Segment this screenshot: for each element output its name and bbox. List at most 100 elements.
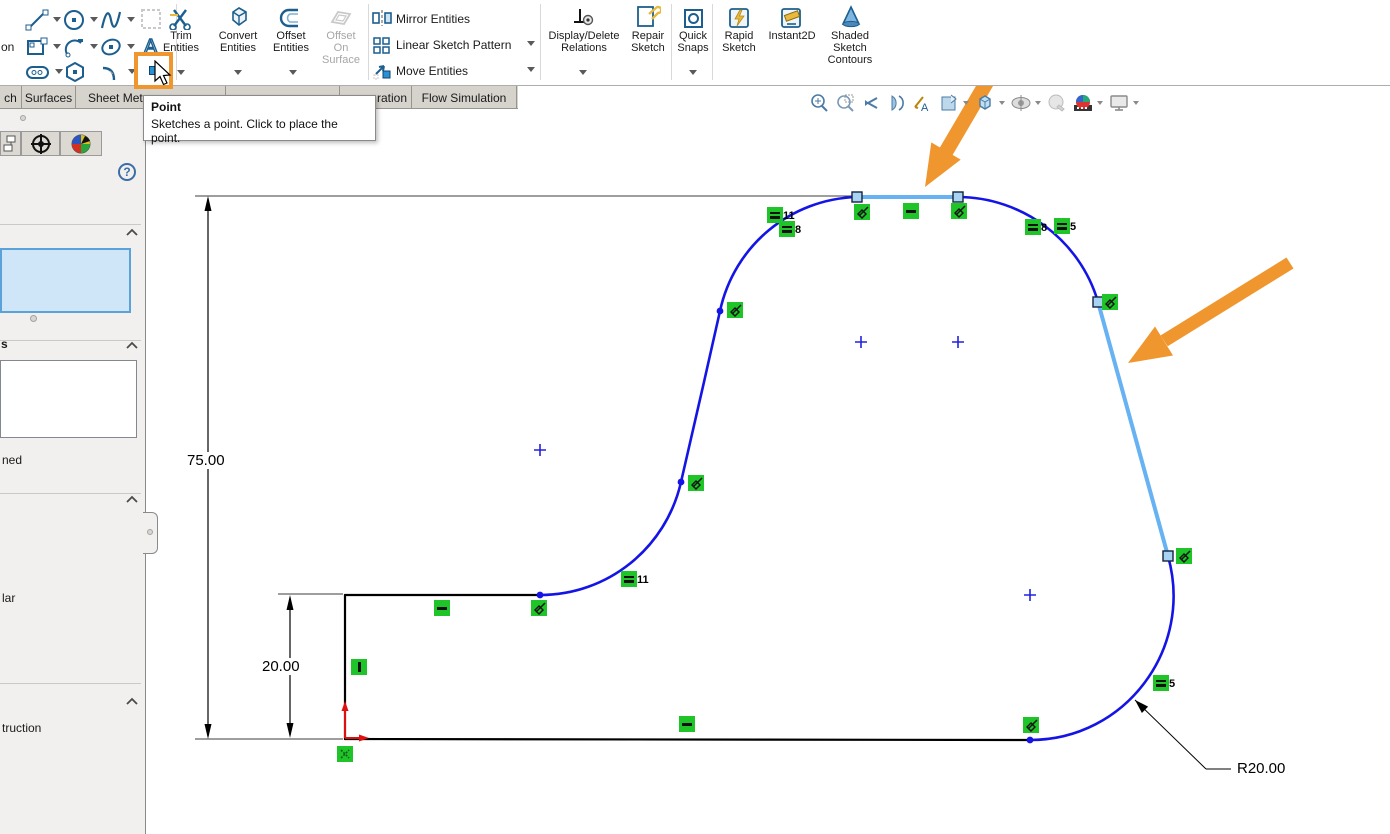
move-entities-icon bbox=[372, 62, 396, 86]
sketch-arc-top-right[interactable] bbox=[958, 197, 1098, 302]
view-settings-dropdown[interactable] bbox=[963, 101, 969, 105]
perpendicular-option-fragment[interactable]: lar bbox=[2, 591, 15, 605]
arc-tool-icon[interactable] bbox=[62, 35, 86, 59]
quick-snaps-dropdown[interactable] bbox=[689, 70, 697, 75]
move-entities-button[interactable]: Move Entities bbox=[396, 64, 468, 78]
selected-endpoint-handles[interactable] bbox=[852, 192, 1173, 561]
section-view-icon[interactable] bbox=[884, 91, 910, 115]
repair-sketch-button[interactable]: Repair Sketch bbox=[626, 30, 670, 54]
relation-equal-badge[interactable]: 8 bbox=[779, 221, 795, 237]
collapse-chevron-icon[interactable] bbox=[125, 228, 139, 237]
instant2d-button[interactable]: Instant2D bbox=[766, 30, 818, 42]
convert-dropdown[interactable] bbox=[234, 70, 242, 75]
selection-preview-box[interactable] bbox=[0, 248, 131, 313]
rectangle-tool-icon[interactable] bbox=[25, 35, 49, 59]
panel-divider bbox=[0, 683, 141, 684]
slot-tool-icon[interactable] bbox=[25, 60, 49, 84]
relation-vertical-badge[interactable] bbox=[351, 659, 367, 675]
rectangle-dropdown[interactable] bbox=[53, 44, 61, 49]
relation-horizontal-badge[interactable] bbox=[903, 203, 919, 219]
relation-tangent-badge[interactable] bbox=[951, 203, 967, 219]
display-delete-relations-button[interactable]: Display/Delete Relations bbox=[543, 30, 625, 54]
tab-surfaces[interactable]: Surfaces bbox=[22, 86, 76, 109]
dimension-r20-label[interactable]: R20.00 bbox=[1235, 760, 1287, 777]
relation-fixed-badge[interactable] bbox=[337, 746, 353, 762]
spline-dropdown[interactable] bbox=[127, 17, 135, 22]
relation-tangent-badge[interactable] bbox=[1176, 548, 1192, 564]
sketch-plane-tool-icon[interactable] bbox=[138, 6, 162, 30]
convert-entities-button[interactable]: Convert Entities bbox=[212, 30, 264, 54]
view-scene-dropdown[interactable] bbox=[1133, 101, 1139, 105]
featuremanager-tab[interactable] bbox=[0, 131, 21, 156]
circle-dropdown[interactable] bbox=[90, 17, 98, 22]
quick-snaps-button[interactable]: Quick Snaps bbox=[672, 30, 714, 54]
zoom-to-area-icon[interactable] bbox=[832, 91, 858, 115]
relation-tangent-badge[interactable] bbox=[854, 204, 870, 220]
linear-sketch-pattern-button[interactable]: Linear Sketch Pattern bbox=[396, 38, 511, 52]
collapse-chevron-icon[interactable] bbox=[125, 341, 139, 350]
sketch-endpoint-dots[interactable] bbox=[537, 308, 1034, 744]
line-dropdown[interactable] bbox=[53, 17, 61, 22]
view-orientation-dropdown[interactable] bbox=[999, 101, 1005, 105]
trim-dropdown[interactable] bbox=[177, 70, 185, 75]
display-style-icon[interactable] bbox=[1008, 91, 1034, 115]
ellipse-dropdown[interactable] bbox=[127, 44, 135, 49]
linear-pattern-dropdown[interactable] bbox=[527, 41, 535, 46]
relation-equal-badge[interactable]: 5 bbox=[1153, 675, 1169, 691]
shaded-sketch-contours-button[interactable]: Shaded Sketch Contours bbox=[822, 30, 878, 66]
view-settings-icon[interactable] bbox=[936, 91, 962, 115]
line-tool-icon[interactable] bbox=[25, 8, 49, 32]
circle-tool-icon[interactable] bbox=[62, 8, 86, 32]
for-construction-fragment[interactable]: truction bbox=[2, 721, 41, 735]
panel-splitter-handle[interactable] bbox=[143, 512, 158, 554]
relation-equal-badge[interactable]: 5 bbox=[1054, 218, 1070, 234]
tab-sketch[interactable]: ch bbox=[0, 86, 22, 109]
relation-tangent-badge[interactable] bbox=[531, 600, 547, 616]
zoom-to-fit-icon[interactable] bbox=[806, 91, 832, 115]
collapse-chevron-icon[interactable] bbox=[125, 495, 139, 504]
appearances-tab[interactable] bbox=[60, 131, 102, 156]
polygon-tool-icon[interactable] bbox=[63, 60, 87, 84]
arc-dropdown[interactable] bbox=[90, 44, 98, 49]
dimension-r20-leader[interactable] bbox=[1135, 700, 1231, 769]
move-entities-dropdown[interactable] bbox=[527, 67, 535, 72]
relation-horizontal-badge[interactable] bbox=[679, 716, 695, 732]
previous-view-icon[interactable] bbox=[858, 91, 884, 115]
smart-dimension-label-fragment[interactable]: on bbox=[1, 40, 14, 54]
dimension-75-label[interactable]: 75.00 bbox=[185, 452, 227, 469]
help-icon[interactable]: ? bbox=[118, 163, 136, 181]
tab-flow-simulation[interactable]: Flow Simulation bbox=[412, 86, 517, 109]
relation-tangent-badge[interactable] bbox=[727, 302, 743, 318]
dimension-20-label[interactable]: 20.00 bbox=[260, 658, 302, 675]
sketch-spline-left[interactable] bbox=[540, 197, 857, 595]
relation-equal-badge[interactable]: 11 bbox=[621, 571, 637, 587]
fillet-tool-icon[interactable] bbox=[100, 60, 124, 84]
hide-show-items-icon[interactable] bbox=[1044, 91, 1070, 115]
relation-tangent-badge[interactable] bbox=[1023, 717, 1039, 733]
collapse-chevron-icon[interactable] bbox=[125, 697, 139, 706]
ellipse-tool-icon[interactable] bbox=[99, 35, 123, 59]
sketch-arc-r20[interactable] bbox=[1030, 556, 1174, 740]
spline-tool-icon[interactable] bbox=[99, 8, 123, 32]
mirror-entities-button[interactable]: Mirror Entities bbox=[396, 12, 470, 26]
view-scene-icon[interactable] bbox=[1106, 91, 1132, 115]
display-delete-dropdown[interactable] bbox=[579, 70, 587, 75]
edit-appearance-icon[interactable] bbox=[1070, 91, 1096, 115]
offset-dropdown[interactable] bbox=[289, 70, 297, 75]
display-style-dropdown[interactable] bbox=[1035, 101, 1041, 105]
sketch-visibility-icon[interactable]: A bbox=[910, 91, 936, 115]
trim-entities-button[interactable]: Trim Entities bbox=[158, 30, 204, 54]
slot-dropdown[interactable] bbox=[55, 69, 63, 74]
ribbon-separator bbox=[712, 4, 713, 80]
rapid-sketch-button[interactable]: Rapid Sketch bbox=[716, 30, 762, 54]
relation-horizontal-badge[interactable] bbox=[434, 600, 450, 616]
propertymanager-tab[interactable] bbox=[21, 131, 60, 156]
relation-equal-badge[interactable]: 8 bbox=[1025, 219, 1041, 235]
relation-tangent-badge[interactable] bbox=[688, 475, 704, 491]
relations-list-box[interactable] bbox=[0, 360, 137, 438]
relation-tangent-badge[interactable] bbox=[1102, 294, 1118, 310]
view-orientation-icon[interactable] bbox=[972, 91, 998, 115]
shaded-sketch-contours-icon bbox=[838, 4, 864, 30]
offset-entities-button[interactable]: Offset Entities bbox=[266, 30, 316, 54]
edit-appearance-dropdown[interactable] bbox=[1097, 101, 1103, 105]
